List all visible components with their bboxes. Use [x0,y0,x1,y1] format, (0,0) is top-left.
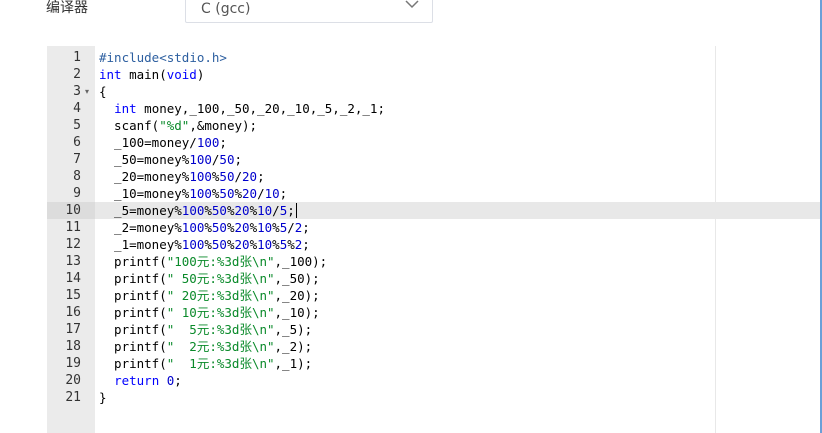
code-line-text: printf(" 2元:%3d张\n",_2); [99,339,313,354]
code-line-text: _2=money%100%50%20%10%5/2; [99,220,310,235]
code-editor-page: 编译器 C (gcc) 1 #include<stdio.h> 2 int main(… [0,0,822,433]
code-line-text: _50=money%100/50; [99,152,243,167]
line-number: 1 [73,50,81,65]
text-cursor [296,203,297,218]
code-line[interactable]: 14 printf(" 50元:%3d张\n",_50); [47,270,822,287]
line-number: 2 [73,67,81,82]
code-line-text: int main(void) [99,67,205,82]
code-line[interactable]: 9 _10=money%100%50%20/10; [47,185,822,202]
code-line[interactable]: 7 _50=money%100/50; [47,151,822,168]
code-line[interactable]: 13 printf("100元:%3d张\n",_100); [47,253,822,270]
line-number: 5 [73,118,81,133]
code-line[interactable]: 20 return 0; [47,372,822,389]
line-number: 13 [65,254,81,269]
code-line-text: { [99,84,107,99]
code-line[interactable]: 5 scanf("%d",&money); [47,117,822,134]
code-line[interactable]: 2 int main(void) [47,66,822,83]
line-number: 20 [65,373,81,388]
code-line[interactable]: 8 _20=money%100%50/20; [47,168,822,185]
code-line[interactable]: 16 printf(" 10元:%3d张\n",_10); [47,304,822,321]
line-number: 10 [65,203,81,218]
code-line[interactable]: 21} [47,389,822,406]
code-line-text: } [99,390,107,405]
code-line[interactable]: 10 _5=money%100%50%20%10/5; [47,202,822,219]
code-line-text: _1=money%100%50%20%10%5%2; [99,237,310,252]
line-number: 21 [65,390,81,405]
code-line[interactable]: 15 printf(" 20元:%3d张\n",_20); [47,287,822,304]
code-line-text: printf(" 1元:%3d张\n",_1); [99,356,313,371]
line-number: 7 [73,152,81,167]
code-line-text: printf(" 5元:%3d张\n",_5); [99,322,313,337]
code-line[interactable]: 6 _100=money/100; [47,134,822,151]
code-editor[interactable]: 1 #include<stdio.h> 2 int main(void) 3 ▾ {4 in… [47,46,822,433]
line-number: 9 [73,186,81,201]
code-line[interactable]: 19 printf(" 1元:%3d张\n",_1); [47,355,822,372]
line-number: 16 [65,305,81,320]
code-line[interactable]: 12 _1=money%100%50%20%10%5%2; [47,236,822,253]
code-line[interactable]: 3 ▾ { [47,83,822,100]
line-number: 17 [65,322,81,337]
chevron-down-icon [405,0,419,9]
code-line[interactable]: 17 printf(" 5元:%3d张\n",_5); [47,321,822,338]
code-line[interactable]: 4 int money,_100,_50,_20,_10,_5,_2,_1; [47,100,822,117]
line-number: 15 [65,288,81,303]
code-line-text: scanf("%d",&money); [99,118,258,133]
line-number: 19 [65,356,81,371]
line-number: 12 [65,237,81,252]
code-line-text: return 0; [114,373,182,388]
line-number: 11 [65,220,81,235]
compiler-row: 编译器 C (gcc) [0,0,822,26]
line-number: 18 [65,339,81,354]
fold-toggle-icon[interactable]: ▾ [85,83,89,100]
line-number: 6 [73,135,81,150]
code-line-text: _5=money%100%50%20%10/5; [99,203,295,218]
code-line-text: _10=money%100%50%20/10; [99,186,288,201]
compiler-select-value: C (gcc) [201,1,251,17]
code-line-text: #include<stdio.h> [99,50,227,65]
code-line-text: _100=money/100; [99,135,227,150]
code-line[interactable]: 18 printf(" 2元:%3d张\n",_2); [47,338,822,355]
line-number: 14 [65,271,81,286]
line-number: 8 [73,169,81,184]
code-line-text: printf(" 10元:%3d张\n",_10); [99,305,320,320]
code-line-text: printf(" 50元:%3d张\n",_50); [99,271,320,286]
code-line-text: printf("100元:%3d张\n",_100); [99,254,328,269]
compiler-label: 编译器 [46,0,88,16]
line-number: 4 [73,101,81,116]
code-line-text: _20=money%100%50/20; [99,169,265,184]
compiler-select[interactable]: C (gcc) [185,0,433,23]
code-line[interactable]: 1 #include<stdio.h> [47,49,822,66]
code-line[interactable]: 11 _2=money%100%50%20%10%5/2; [47,219,822,236]
code-line-text: printf(" 20元:%3d张\n",_20); [99,288,320,303]
code-line-text: int money,_100,_50,_20,_10,_5,_2,_1; [114,101,385,116]
line-number: 3 [73,84,81,99]
